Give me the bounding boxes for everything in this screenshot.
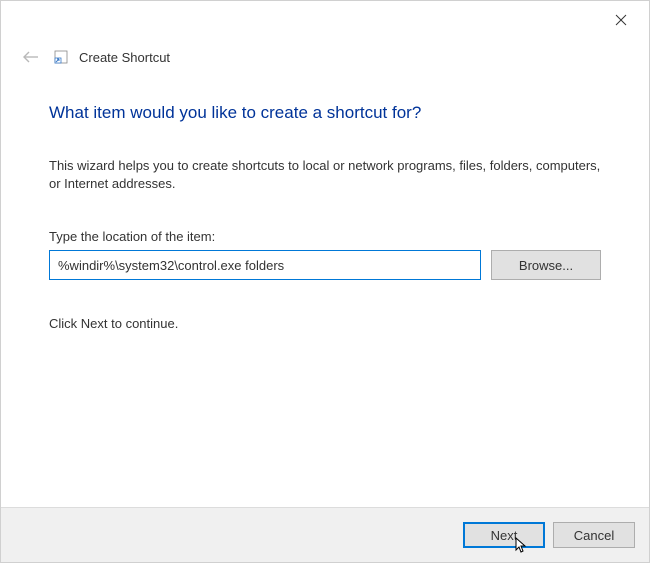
continue-text: Click Next to continue. [49,316,601,331]
location-input-row: Browse... [49,250,601,280]
close-button[interactable] [601,5,641,35]
footer: Next Cancel [1,507,649,562]
content-area: What item would you like to create a sho… [1,75,649,331]
browse-button[interactable]: Browse... [491,250,601,280]
location-label: Type the location of the item: [49,229,601,244]
create-shortcut-dialog: Create Shortcut What item would you like… [0,0,650,563]
back-arrow-icon [23,51,39,63]
back-button[interactable] [19,45,43,69]
header-title: Create Shortcut [79,50,170,65]
next-button[interactable]: Next [463,522,545,548]
header-row: Create Shortcut [1,39,649,75]
location-input[interactable] [49,250,481,280]
titlebar [1,1,649,39]
page-heading: What item would you like to create a sho… [49,103,601,123]
shortcut-icon [53,49,69,65]
close-icon [615,14,627,26]
cancel-button[interactable]: Cancel [553,522,635,548]
description-text: This wizard helps you to create shortcut… [49,157,601,193]
